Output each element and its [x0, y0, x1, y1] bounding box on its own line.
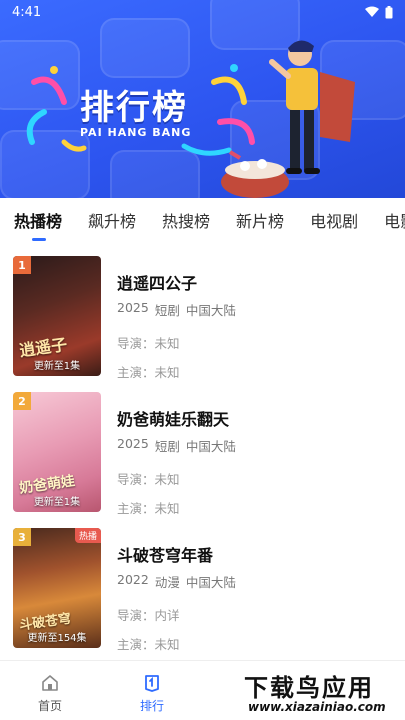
poster-image[interactable]: 3 热播 斗破苍穹 更新至154集 — [13, 528, 101, 648]
item-year: 2022 — [117, 572, 149, 587]
nav-rank-label: 排行 — [139, 699, 164, 713]
tab-tv-series[interactable]: 电视剧 — [310, 208, 358, 232]
battery-icon — [385, 5, 393, 18]
status-time: 4:41 — [12, 4, 42, 20]
watermark-title: 下载鸟应用 — [244, 674, 374, 702]
list-item[interactable]: 3 热播 斗破苍穹 更新至154集 斗破苍穹年番 2022 动漫 中国大陆 导演… — [0, 514, 405, 652]
item-title[interactable]: 奶爸萌娃乐翻天 — [117, 406, 236, 430]
item-director: 导演：内详 — [117, 608, 180, 623]
rank-badge: 2 — [13, 392, 31, 410]
item-meta: 2025 短剧 中国大陆 — [117, 436, 236, 455]
ranking-list: 1 逍遥子 更新至1集 逍遥四公子 2025 短剧 中国大陆 导演：未知 主演：… — [0, 242, 405, 652]
poster-image[interactable]: 2 奶爸萌娃 更新至1集 — [13, 392, 101, 512]
home-icon — [42, 675, 58, 691]
update-status: 更新至154集 — [27, 633, 87, 644]
watermark-url: www.xiazainiao.com — [248, 700, 386, 714]
item-genre: 短剧 — [154, 439, 180, 454]
banner-title: 排行榜 — [80, 88, 188, 128]
hot-badge: 热播 — [74, 528, 101, 543]
item-meta: 2022 动漫 中国大陆 — [117, 572, 236, 591]
nav-rank[interactable]: 排行 — [122, 673, 182, 714]
banner-logo: 排行榜 PAI HANG BANG — [24, 62, 255, 156]
rank-badge: 1 — [13, 256, 31, 274]
status-bar: 4:41 — [0, 0, 405, 24]
list-item[interactable]: 2 奶爸萌娃 更新至1集 奶爸萌娃乐翻天 2025 短剧 中国大陆 导演：未知 … — [0, 378, 405, 516]
person-with-popcorn-illustration — [221, 40, 355, 198]
item-title[interactable]: 斗破苍穹年番 — [117, 542, 236, 566]
tab-movie[interactable]: 电影 — [384, 208, 405, 232]
tab-hot-search[interactable]: 热搜榜 — [162, 208, 210, 232]
nav-home-label: 首页 — [37, 699, 62, 713]
wifi-icon — [365, 6, 379, 17]
item-year: 2025 — [117, 300, 149, 315]
tab-new-release[interactable]: 新片榜 — [236, 208, 284, 232]
item-region: 中国大陆 — [185, 575, 236, 590]
item-region: 中国大陆 — [185, 303, 236, 318]
nav-home[interactable]: 首页 — [20, 673, 80, 714]
update-status: 更新至1集 — [33, 497, 81, 508]
item-year: 2025 — [117, 436, 149, 451]
item-genre: 短剧 — [154, 303, 180, 318]
rank-badge: 3 — [13, 528, 31, 546]
poster-image[interactable]: 1 逍遥子 更新至1集 — [13, 256, 101, 376]
tab-hot-play[interactable]: 热播榜 — [14, 208, 62, 241]
item-actors: 主演：未知 — [117, 637, 180, 652]
item-info: 逍遥四公子 2025 短剧 中国大陆 导演：未知 主演：未知 — [117, 270, 236, 391]
rank-icon — [145, 675, 159, 692]
banner-subtitle: PAI HANG BANG — [80, 126, 192, 139]
item-title[interactable]: 逍遥四公子 — [117, 270, 236, 294]
list-item[interactable]: 1 逍遥子 更新至1集 逍遥四公子 2025 短剧 中国大陆 导演：未知 主演：… — [0, 242, 405, 380]
item-meta: 2025 短剧 中国大陆 — [117, 300, 236, 319]
item-genre: 动漫 — [154, 575, 180, 590]
ranking-tabs: 热播榜 飙升榜 热搜榜 新片榜 电视剧 电影 — [0, 198, 405, 242]
update-status: 更新至1集 — [33, 361, 81, 372]
item-info: 奶爸萌娃乐翻天 2025 短剧 中国大陆 导演：未知 主演：未知 — [117, 406, 236, 527]
ranking-banner: 4:41 排行榜 PAI HANG BANG — [0, 0, 405, 198]
item-info: 斗破苍穹年番 2022 动漫 中国大陆 导演：内详 主演：未知 — [117, 542, 236, 663]
tab-rising[interactable]: 飙升榜 — [88, 208, 136, 232]
item-director: 导演：未知 — [117, 472, 180, 487]
item-region: 中国大陆 — [185, 439, 236, 454]
item-director: 导演：未知 — [117, 336, 180, 351]
site-watermark: 下载鸟应用 www.xiazainiao.com — [240, 666, 402, 718]
